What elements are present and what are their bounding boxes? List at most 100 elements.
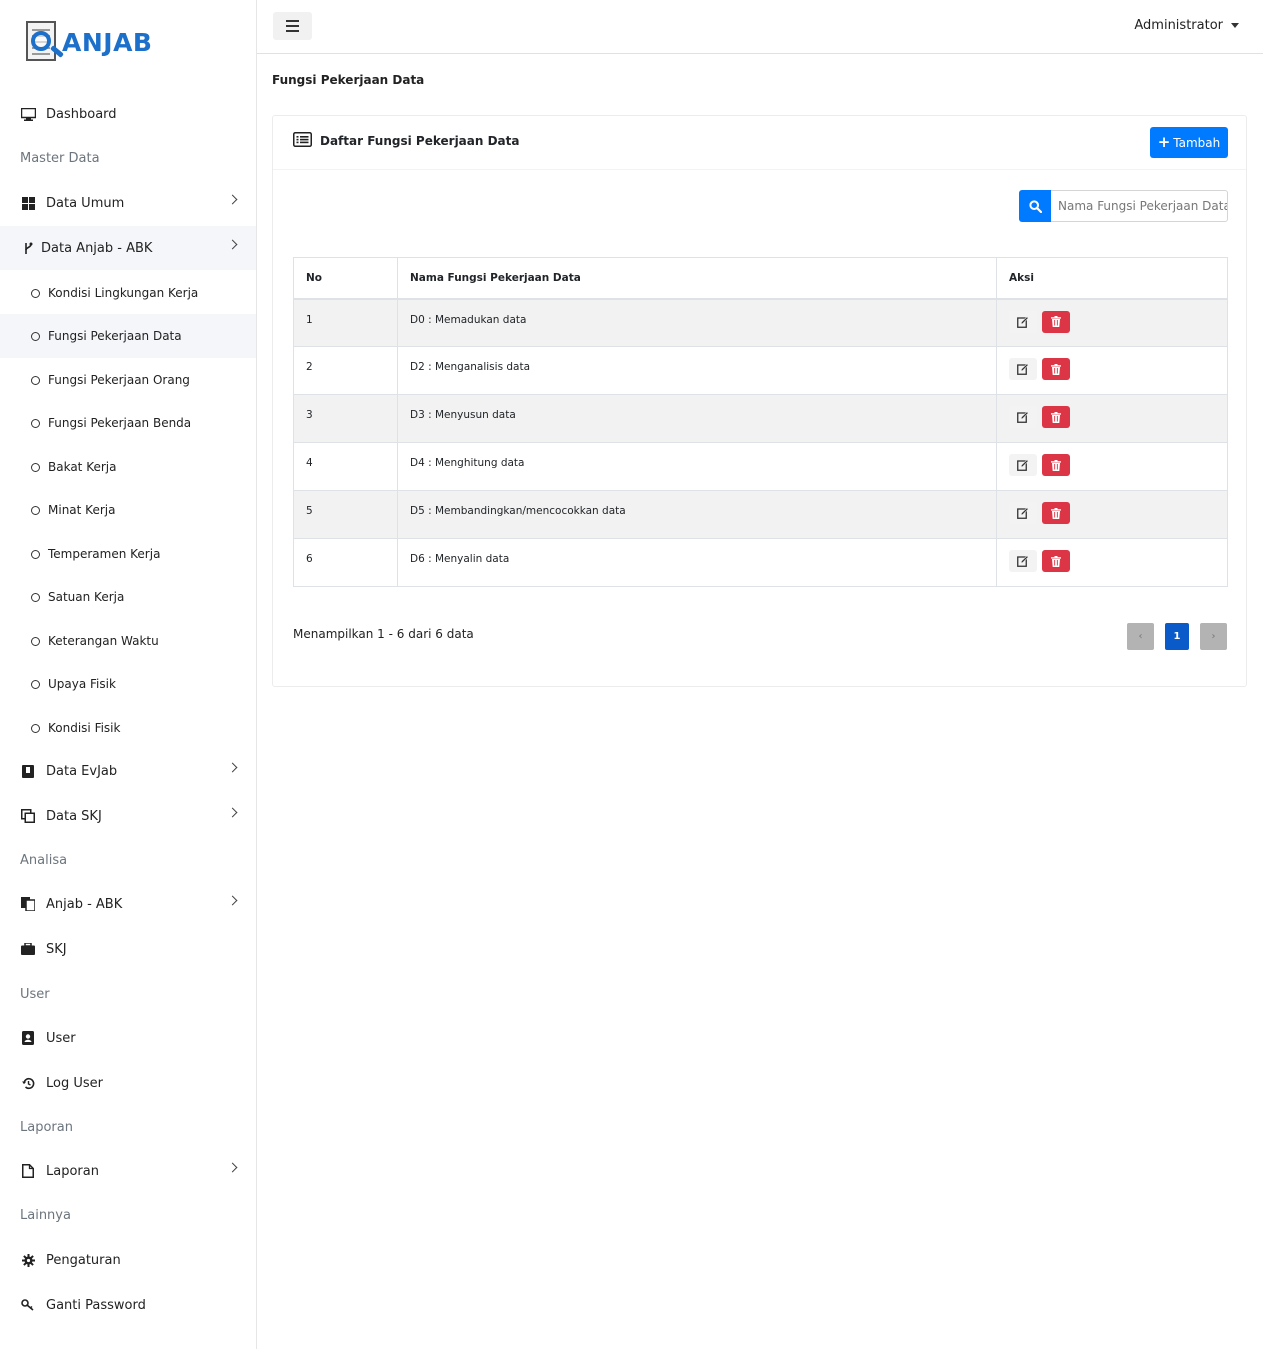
delete-button[interactable] <box>1042 502 1070 524</box>
sidebar-item-label: Data SKJ <box>46 808 102 824</box>
plus-icon: + <box>1157 133 1171 151</box>
sidebar-item-label: Data Anjab - ABK <box>41 240 153 256</box>
sidebar-item-label: Data Umum <box>46 195 125 211</box>
sidebar-subitem-kondisi-fisik[interactable]: Kondisi Fisik <box>0 706 256 750</box>
pagination-prev-button[interactable]: ‹ <box>1127 623 1154 650</box>
cell-name: D4 : Menghitung data <box>397 442 997 491</box>
pagination-page-button[interactable]: 1 <box>1165 623 1189 650</box>
sidebar-item-label: Pengaturan <box>46 1252 121 1268</box>
book-icon <box>20 763 36 779</box>
add-button[interactable]: + Tambah <box>1150 127 1228 158</box>
edit-button[interactable] <box>1009 310 1037 333</box>
table-row: 4 D4 : Menghitung data <box>293 442 1228 491</box>
sidebar-item-anjab-abk[interactable]: Anjab - ABK <box>0 882 256 926</box>
sidebar-subitem-keterangan-waktu[interactable]: Keterangan Waktu <box>0 619 256 663</box>
delete-button[interactable] <box>1042 358 1070 380</box>
edit-button[interactable] <box>1009 358 1037 380</box>
logo-text: ANJAB <box>62 27 153 57</box>
data-table: No Nama Fungsi Pekerjaan Data Aksi 1 D0 … <box>293 257 1228 587</box>
sidebar-item-skj[interactable]: SKJ <box>0 927 256 971</box>
circle-icon <box>31 505 40 515</box>
sidebar-subitem-minat-kerja[interactable]: Minat Kerja <box>0 488 256 532</box>
sidebar-item-label: Laporan <box>46 1163 99 1179</box>
edit-icon <box>1017 411 1029 423</box>
sidebar-subitem-label: Satuan Kerja <box>48 590 125 604</box>
sidebar-item-dashboard[interactable]: Dashboard <box>0 92 256 136</box>
trash-icon <box>1051 363 1061 375</box>
files-icon <box>20 896 36 912</box>
sidebar-subitem-label: Kondisi Fisik <box>48 721 121 735</box>
sidebar-item-log-user[interactable]: Log User <box>0 1061 256 1105</box>
cell-name: D5 : Membandingkan/mencocokkan data <box>397 490 997 539</box>
cell-name: D0 : Memadukan data <box>397 298 997 347</box>
sidebar-subitem-bakat-kerja[interactable]: Bakat Kerja <box>0 445 256 489</box>
sidebar-header-analisa: Analisa <box>20 853 68 868</box>
pagination-next-button[interactable]: › <box>1200 623 1227 650</box>
sidebar-item-laporan[interactable]: Laporan <box>0 1149 256 1193</box>
chevron-right-icon <box>227 807 238 818</box>
sidebar-subitem-satuan-kerja[interactable]: Satuan Kerja <box>0 575 256 619</box>
chevron-right-icon <box>227 762 238 773</box>
sidebar: ANJAB Dashboard Master Data Data Umum Da… <box>0 0 257 1349</box>
edit-button[interactable] <box>1009 502 1037 524</box>
delete-button[interactable] <box>1042 550 1070 572</box>
code-branch-icon <box>20 240 36 256</box>
sidebar-subitem-label: Minat Kerja <box>48 503 116 517</box>
sidebar-subitem-label: Kondisi Lingkungan Kerja <box>48 286 199 300</box>
key-icon <box>20 1297 36 1313</box>
app-logo[interactable]: ANJAB <box>24 20 152 64</box>
sidebar-item-label: Anjab - ABK <box>46 896 123 912</box>
sidebar-subitem-label: Temperamen Kerja <box>48 547 161 561</box>
briefcase-icon <box>20 941 36 957</box>
circle-icon <box>31 462 40 472</box>
sidebar-header-laporan: Laporan <box>20 1120 73 1135</box>
trash-icon <box>1051 316 1061 327</box>
search-icon <box>1028 199 1042 213</box>
sidebar-item-pengaturan[interactable]: Pengaturan <box>0 1238 256 1282</box>
search-input[interactable] <box>1051 190 1228 222</box>
add-button-label: Tambah <box>1173 135 1221 150</box>
sidebar-header-master: Master Data <box>20 151 100 166</box>
sidebar-subitem-label: Fungsi Pekerjaan Orang <box>48 373 190 387</box>
sidebar-subitem-fungsi-benda[interactable]: Fungsi Pekerjaan Benda <box>0 401 256 445</box>
cell-name: D6 : Menyalin data <box>397 538 997 587</box>
edit-button[interactable] <box>1009 454 1037 476</box>
sidebar-item-ganti-password[interactable]: Ganti Password <box>0 1283 256 1327</box>
sidebar-item-data-umum[interactable]: Data Umum <box>0 181 256 225</box>
cell-aksi <box>996 346 1228 395</box>
cell-no: 1 <box>293 298 398 347</box>
sidebar-item-user[interactable]: User <box>0 1016 256 1060</box>
caret-down-icon <box>1231 23 1239 28</box>
edit-icon <box>1017 555 1029 567</box>
topbar: Administrator <box>257 0 1263 54</box>
sidebar-subitem-temperamen-kerja[interactable]: Temperamen Kerja <box>0 532 256 576</box>
circle-icon <box>31 375 40 385</box>
table-row: 6 D6 : Menyalin data <box>293 538 1228 587</box>
sidebar-item-data-anjab[interactable]: Data Anjab - ABK <box>0 226 256 270</box>
desktop-icon <box>20 106 36 122</box>
menu-toggle-button[interactable] <box>273 12 312 40</box>
card-title: Daftar Fungsi Pekerjaan Data <box>293 132 520 150</box>
sidebar-header-user: User <box>20 987 50 1002</box>
sidebar-item-data-evjab[interactable]: Data EvJab <box>0 749 256 793</box>
trash-icon <box>1051 507 1061 519</box>
cell-no: 4 <box>293 442 398 491</box>
sidebar-subitem-upaya-fisik[interactable]: Upaya Fisik <box>0 662 256 706</box>
sidebar-subitem-fungsi-orang[interactable]: Fungsi Pekerjaan Orang <box>0 358 256 402</box>
sidebar-subitem-kondisi-lingkungan[interactable]: Kondisi Lingkungan Kerja <box>0 271 256 315</box>
circle-icon <box>31 636 40 646</box>
file-icon <box>20 1163 36 1179</box>
user-dropdown[interactable]: Administrator <box>1134 18 1239 33</box>
search-button[interactable] <box>1019 190 1051 222</box>
delete-button[interactable] <box>1042 406 1070 428</box>
chevron-right-icon <box>227 239 238 250</box>
delete-button[interactable] <box>1042 454 1070 476</box>
edit-button[interactable] <box>1009 406 1037 428</box>
cell-no: 3 <box>293 394 398 443</box>
cell-no: 6 <box>293 538 398 587</box>
sidebar-subitem-fungsi-data[interactable]: Fungsi Pekerjaan Data <box>0 314 256 358</box>
delete-button[interactable] <box>1042 310 1070 333</box>
trash-icon <box>1051 459 1061 471</box>
edit-button[interactable] <box>1009 550 1037 572</box>
sidebar-item-data-skj[interactable]: Data SKJ <box>0 794 256 838</box>
